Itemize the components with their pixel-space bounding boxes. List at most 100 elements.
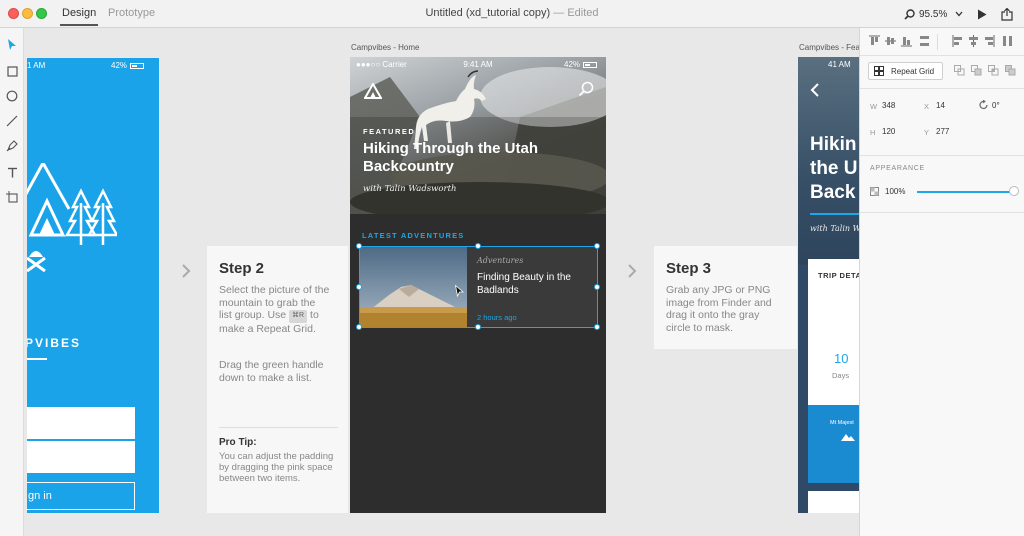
trip-details-label: TRIP DETA	[818, 271, 859, 280]
section-divider	[860, 155, 1024, 156]
align-toolbar	[860, 28, 1024, 56]
step-2-instructions-2: Drag the green handle down to make a lis…	[219, 359, 324, 384]
share-button[interactable]	[1001, 6, 1013, 22]
opacity-slider[interactable]	[917, 191, 1013, 193]
feature-title: Hikin the U Back	[810, 133, 858, 205]
feature-title-line: the U	[810, 158, 858, 179]
section-divider	[860, 212, 1024, 213]
zoom-dropdown[interactable]	[955, 6, 963, 22]
boolean-subtract-icon[interactable]	[971, 65, 982, 76]
brand-name: PVIBES	[27, 336, 82, 350]
width-value[interactable]: 348	[882, 101, 895, 110]
card-title[interactable]: Finding Beauty in the Badlands	[477, 271, 587, 297]
boolean-intersect-icon[interactable]	[988, 65, 999, 76]
trip-days-label: Days	[832, 371, 850, 380]
y-label: Y	[924, 128, 930, 137]
battery-icon	[130, 62, 145, 69]
boolean-exclude-icon[interactable]	[1005, 65, 1016, 76]
artboard-label-feature[interactable]: Campvibes - Fea	[799, 43, 859, 52]
step-3-title: Step 3	[666, 260, 712, 277]
status-time: 1 AM	[27, 61, 46, 70]
section-divider	[860, 88, 1024, 89]
search-icon[interactable]	[578, 81, 594, 97]
minimize-window-button[interactable]	[22, 8, 33, 19]
close-window-button[interactable]	[8, 8, 19, 19]
sign-in-button[interactable]: gn in	[27, 482, 135, 510]
align-center-icon[interactable]	[968, 35, 979, 47]
battery-icon	[583, 61, 598, 68]
divider	[219, 427, 338, 428]
line-icon	[6, 115, 18, 127]
select-tool[interactable]	[5, 38, 19, 52]
mountain-tile[interactable]: Mt Majest	[808, 405, 859, 483]
line-tool[interactable]	[5, 114, 19, 128]
design-canvas[interactable]: 1 AM 42% PVIBES gn in Step 2 Select the …	[25, 29, 859, 536]
height-label: H	[870, 128, 876, 137]
opacity-value[interactable]: 100%	[885, 187, 905, 196]
zoom-level: 95.5%	[919, 8, 948, 20]
mountain-icon	[841, 434, 855, 441]
repeat-grid-button[interactable]: Repeat Grid	[868, 62, 943, 80]
ellipse-icon	[6, 90, 18, 102]
text-tool[interactable]	[5, 165, 19, 179]
opacity-slider-handle[interactable]	[1009, 186, 1019, 196]
mountain-tile-label: Mt Majest	[830, 420, 854, 426]
tab-prototype[interactable]: Prototype	[108, 7, 155, 19]
trip-details-card[interactable]: TRIP DETA 10 Days	[808, 259, 859, 409]
campvibes-tent-icon[interactable]	[364, 83, 382, 99]
rotation-value[interactable]: 0°	[992, 101, 1000, 110]
artboard-feature[interactable]: 41 AM Hikin the U Back with Talin W TRIP D…	[798, 57, 859, 513]
username-field[interactable]	[27, 407, 135, 439]
badlands-thumbnail[interactable]	[359, 247, 467, 328]
preview-play-button[interactable]	[977, 6, 987, 22]
height-value[interactable]: 120	[882, 127, 895, 136]
zoom-search-icon	[904, 8, 915, 20]
pointer-icon	[8, 39, 16, 50]
rectangle-icon	[6, 65, 18, 77]
back-arrow-icon[interactable]	[810, 83, 820, 97]
x-value[interactable]: 14	[936, 101, 945, 110]
artboard-login[interactable]: 1 AM 42% PVIBES gn in	[27, 58, 159, 513]
artboard-home[interactable]: ●●●○○ Carrier 9:41 AM 42% FEATURED Hikin…	[350, 57, 606, 513]
pro-tip-text: You can adjust the padding by dragging t…	[219, 451, 334, 484]
tab-design[interactable]: Design	[59, 7, 99, 26]
artboard-tool[interactable]	[5, 190, 19, 204]
zoom-control[interactable]: 95.5%	[904, 6, 947, 22]
hero-image[interactable]: ●●●○○ Carrier 9:41 AM 42% FEATURED Hikin…	[350, 57, 606, 214]
shortcut-key: ⌘R	[289, 310, 308, 323]
chevron-right-icon	[182, 264, 191, 278]
chevron-down-icon	[955, 11, 963, 17]
align-left-icon[interactable]	[952, 35, 963, 47]
distribute-vertical-icon[interactable]	[919, 35, 930, 47]
chevron-right-icon	[628, 264, 637, 278]
featured-title[interactable]: Hiking Through the Utah Backcountry	[363, 140, 543, 176]
adventure-card[interactable]: Adventures Finding Beauty in the Badland…	[359, 247, 597, 328]
align-bottom-icon[interactable]	[901, 35, 912, 47]
next-card	[808, 491, 859, 513]
artboard-icon	[6, 191, 18, 203]
badlands-image	[359, 247, 467, 328]
toolbar-divider	[937, 34, 938, 50]
title-accent-bar	[810, 213, 859, 215]
artboard-label-home[interactable]: Campvibes - Home	[351, 43, 419, 52]
feature-byline: with Talin W	[810, 224, 859, 233]
align-right-icon[interactable]	[984, 35, 995, 47]
align-middle-icon[interactable]	[885, 35, 896, 47]
battery-percent: 42%	[564, 60, 581, 69]
feature-title-line: Back	[810, 182, 856, 203]
trip-days-count: 10	[834, 351, 849, 366]
zoom-window-button[interactable]	[36, 8, 47, 19]
rectangle-tool[interactable]	[5, 64, 19, 78]
status-battery: 42%	[111, 61, 145, 70]
password-field[interactable]	[27, 441, 135, 473]
ellipse-tool[interactable]	[5, 89, 19, 103]
y-value[interactable]: 277	[936, 127, 949, 136]
campvibes-logo-icon	[27, 163, 117, 273]
width-label: W	[870, 102, 878, 111]
step-2-panel: Step 2 Select the picture of the mountai…	[207, 246, 348, 513]
align-top-icon[interactable]	[869, 35, 880, 47]
boolean-add-icon[interactable]	[954, 65, 965, 76]
pen-tool[interactable]	[5, 139, 19, 153]
brand-underline	[27, 358, 47, 360]
distribute-horizontal-icon[interactable]	[1002, 35, 1013, 47]
